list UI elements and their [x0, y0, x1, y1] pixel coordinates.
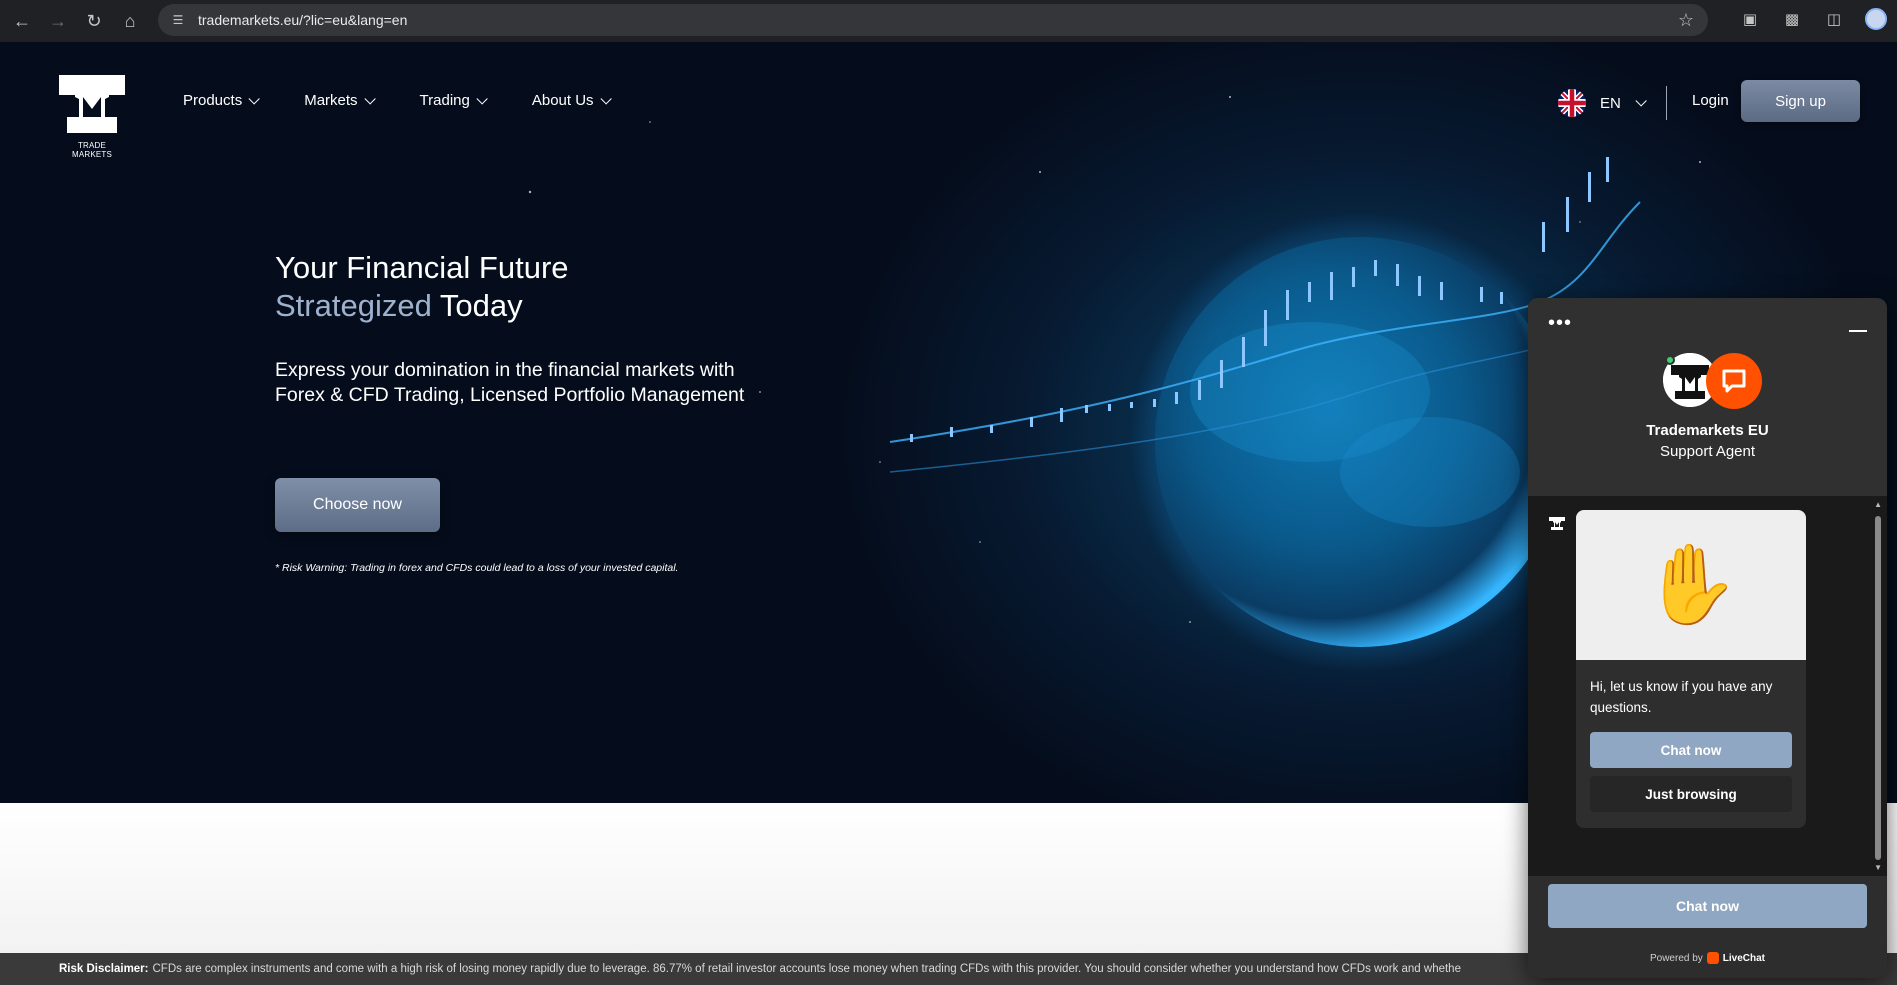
logo-text: TRADE MARKETS — [71, 141, 113, 159]
powered-by-label: Powered by — [1649, 952, 1703, 964]
chevron-down-icon — [248, 92, 260, 105]
chevron-down-icon — [600, 92, 612, 105]
choose-now-button[interactable]: Choose now — [275, 478, 440, 532]
login-link[interactable]: Login — [1692, 92, 1729, 109]
scroll-thumb[interactable] — [1875, 516, 1881, 860]
risk-warning: * Risk Warning: Trading in forex and CFD… — [275, 562, 679, 574]
chat-bubble-icon — [1722, 369, 1746, 393]
agent-role: Support Agent — [1659, 443, 1756, 460]
wave-hand-icon: ✋ — [1576, 510, 1806, 660]
more-options-icon[interactable]: ••• — [1548, 312, 1572, 335]
forward-icon[interactable]: → — [44, 7, 72, 35]
chat-header: ••• Trademarkets EU Support Agent — [1528, 298, 1887, 496]
main-menu: Products Markets Trading About Us — [183, 92, 612, 109]
hero-title-accent: Strategized — [275, 288, 432, 323]
signup-button[interactable]: Sign up — [1741, 80, 1860, 122]
sidebar-icon[interactable]: ◫ — [1823, 8, 1845, 30]
extension-icon[interactable]: ▣ — [1739, 8, 1761, 30]
menu-about-us[interactable]: About Us — [531, 92, 612, 109]
back-icon[interactable]: ← — [8, 7, 36, 35]
livechat-widget: ••• Trademarkets EU Support Agent ✋ Hi, … — [1528, 298, 1887, 978]
welcome-card: ✋ Hi, let us know if you have any questi… — [1576, 510, 1806, 828]
language-code: EN — [1600, 94, 1621, 112]
chevron-down-icon — [476, 92, 488, 105]
trade-markets-logo[interactable]: TRADE MARKETS — [59, 75, 125, 159]
livechat-brand: LiveChat — [1722, 952, 1766, 964]
just-browsing-button[interactable]: Just browsing — [1590, 776, 1792, 812]
menu-products[interactable]: Products — [183, 92, 260, 109]
hero-title-line1: Your Financial Future — [275, 250, 569, 285]
site-settings-icon[interactable]: ☰ — [170, 12, 186, 28]
home-icon[interactable]: ⌂ — [116, 7, 144, 35]
chat-now-button[interactable]: Chat now — [1548, 884, 1867, 928]
url-text[interactable]: trademarkets.eu/?lic=eu&lang=en — [198, 12, 407, 28]
chat-footer: Chat now Powered by LiveChat — [1528, 876, 1887, 978]
chevron-down-icon — [364, 92, 376, 105]
reload-icon[interactable]: ↻ — [80, 7, 108, 35]
scroll-down-icon[interactable]: ▼ — [1874, 863, 1882, 872]
menu-products-label: Products — [183, 92, 243, 109]
menu-about-us-label: About Us — [531, 92, 594, 109]
menu-markets-label: Markets — [304, 92, 358, 109]
livechat-logo-icon — [1706, 353, 1762, 409]
browser-toolbar: ← → ↻ ⌂ ☰ trademarkets.eu/?lic=eu&lang=e… — [0, 0, 1897, 42]
powered-by[interactable]: Powered by LiveChat — [1528, 952, 1887, 964]
menu-trading[interactable]: Trading — [419, 92, 488, 109]
agent-name: Trademarkets EU — [1646, 422, 1769, 439]
hero-title-rest: Today — [431, 288, 523, 323]
uk-flag-icon — [1558, 89, 1586, 117]
hero-title: Your Financial Future Strategized Today — [275, 249, 569, 325]
logo-mark-icon — [59, 75, 125, 133]
chat-scrollbar[interactable]: ▲ ▼ — [1874, 500, 1885, 872]
risk-disclaimer-text: CFDs are complex instruments and come wi… — [152, 963, 1461, 975]
top-navigation: TRADE MARKETS Products Markets Trading A… — [0, 42, 1897, 162]
card-chat-now-button[interactable]: Chat now — [1590, 732, 1792, 768]
language-selector[interactable]: EN — [1558, 89, 1647, 117]
puzzle-icon[interactable]: ▩ — [1781, 8, 1803, 30]
address-bar[interactable]: ☰ trademarkets.eu/?lic=eu&lang=en ☆ — [158, 4, 1708, 36]
greeting-message: Hi, let us know if you have any question… — [1590, 679, 1773, 715]
agent-mini-avatar-icon — [1549, 517, 1565, 530]
menu-trading-label: Trading — [419, 92, 470, 109]
risk-disclaimer-label: Risk Disclaimer: — [59, 963, 149, 975]
scroll-up-icon[interactable]: ▲ — [1874, 500, 1882, 509]
profile-avatar[interactable] — [1865, 8, 1887, 30]
livechat-mark-icon — [1706, 952, 1719, 964]
hero-subtitle: Express your domination in the financial… — [275, 359, 745, 406]
online-status-dot — [1665, 355, 1675, 365]
bookmark-star-icon[interactable]: ☆ — [1678, 10, 1694, 31]
nav-divider — [1666, 86, 1667, 120]
minimize-icon[interactable] — [1849, 330, 1867, 332]
menu-markets[interactable]: Markets — [304, 92, 376, 109]
chevron-down-icon — [1635, 95, 1647, 107]
chat-messages[interactable]: ✋ Hi, let us know if you have any questi… — [1528, 496, 1887, 876]
